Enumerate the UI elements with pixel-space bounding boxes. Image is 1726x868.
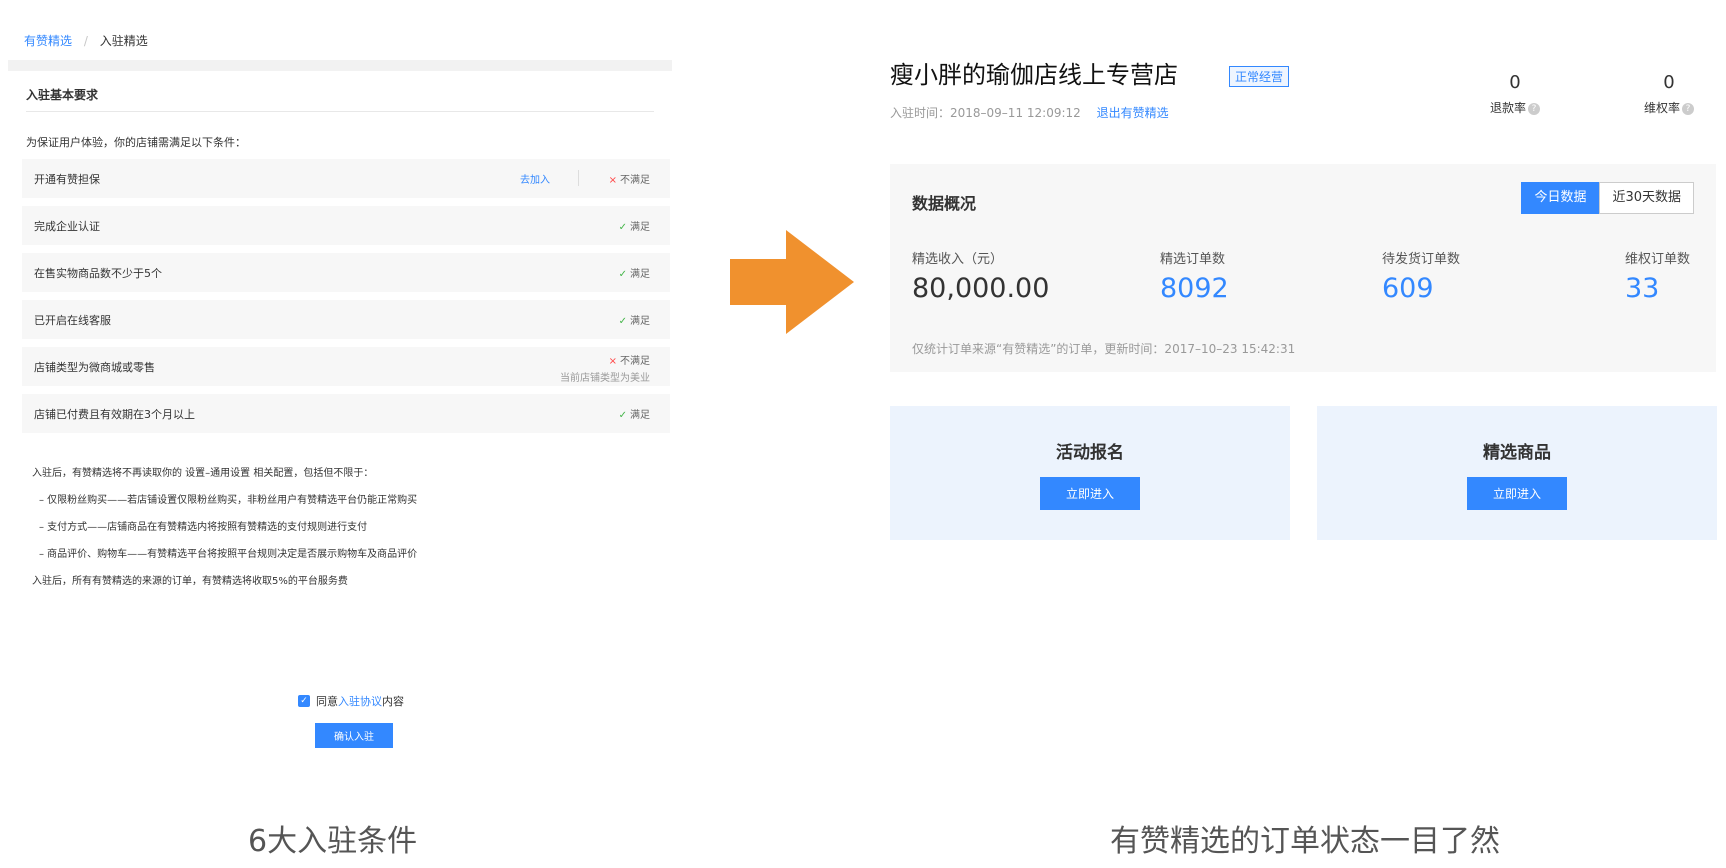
note-line: 入驻后，所有有赞精选的来源的订单，有赞精选将收取5%的平台服务费	[32, 576, 348, 587]
caption-left: 6大入驻条件	[248, 824, 418, 859]
check-icon: ✓	[618, 316, 627, 327]
requirement-row: 店铺类型为微商城或零售 × 不满足当前店铺类型为美业	[22, 347, 670, 386]
agreement-row: ✓ 同意 入驻协议 内容	[298, 693, 404, 709]
agreement-suffix: 内容	[382, 695, 404, 708]
cross-icon: ×	[608, 175, 617, 186]
metric-label: 维权订单数	[1625, 252, 1691, 267]
requirement-note: 当前店铺类型为美业	[560, 373, 650, 384]
requirement-status: ✓ 满足	[619, 265, 650, 280]
agreement-prefix: 同意	[316, 695, 338, 708]
status-text: 满足	[630, 410, 650, 421]
shop-meta: 入驻时间：2018–09–11 12:09:12 退出有赞精选	[890, 104, 1169, 121]
requirement-label: 已开启在线客服	[34, 314, 111, 327]
requirements-card: 入驻基本要求 为保证用户体验，你的店铺需满足以下条件： 开通有赞担保 去加入 ×…	[8, 71, 672, 751]
metric-rights-orders: 维权订单数 33	[1625, 248, 1690, 304]
requirement-row: 店铺已付费且有效期在3个月以上 ✓ 满足	[22, 394, 670, 433]
overview-note: 仅统计订单来源“有赞精选”的订单，更新时间：2017–10–23 15:42:3…	[912, 342, 1296, 356]
requirement-label: 店铺已付费且有效期在3个月以上	[34, 408, 195, 421]
requirement-label: 店铺类型为微商城或零售	[34, 361, 155, 374]
requirement-status: × 不满足当前店铺类型为美业	[560, 352, 650, 384]
join-notes: 入驻后，有赞精选将不再读取你的 设置–通用设置 相关配置，包括但不限于： – 仅…	[32, 460, 417, 595]
requirement-status: × 不满足	[609, 171, 650, 186]
refund-rate-value: 0	[1509, 72, 1521, 93]
metric-label: 精选收入（元）	[912, 252, 1004, 267]
shop-name: 瘦小胖的瑜伽店线上专营店	[890, 61, 1178, 89]
metric-pending-shipment: 待发货订单数 609	[1382, 248, 1460, 304]
exit-link[interactable]: 退出有赞精选	[1097, 106, 1169, 120]
requirement-label: 开通有赞担保	[34, 173, 100, 186]
metric-value[interactable]: 33	[1625, 273, 1690, 304]
metric-value[interactable]: 609	[1382, 273, 1460, 304]
status-text: 满足	[630, 269, 650, 280]
requirements-list: 开通有赞担保 去加入 × 不满足 完成企业认证 ✓ 满足 在售实物商品数不少于5个 …	[22, 159, 670, 441]
status-text: 满足	[630, 316, 650, 327]
check-icon: ✓	[618, 222, 627, 233]
breadcrumb-separator: /	[83, 34, 88, 48]
tab-last-30-days[interactable]: 近30天数据	[1599, 182, 1694, 214]
agreement-checkbox[interactable]: ✓	[298, 695, 310, 707]
requirement-row: 开通有赞担保 去加入 × 不满足	[22, 159, 670, 198]
note-line: – 仅限粉丝购买——若店铺设置仅限粉丝购买，非粉丝用户有赞精选平台仍能正常购买	[39, 495, 418, 506]
note-line: – 商品评价、购物车——有赞精选平台将按照平台规则决定是否展示购物车及商品评价	[39, 549, 418, 560]
metric-value: 80,000.00	[912, 273, 1050, 304]
metric-label: 待发货订单数	[1382, 252, 1461, 267]
refund-rate-label: 退款率	[1490, 101, 1527, 115]
breadcrumb: 有赞精选 / 入驻精选	[24, 32, 148, 49]
caption-right: 有赞精选的订单状态一目了然	[1110, 824, 1500, 859]
note-line: – 支付方式——店铺商品在有赞精选内将按照有赞精选的支付规则进行支付	[39, 522, 368, 533]
status-text: 不满足	[620, 175, 650, 186]
metric-income: 精选收入（元） 80,000.00	[912, 248, 1049, 304]
left-topbar	[8, 60, 672, 71]
status-text: 满足	[630, 222, 650, 233]
join-time: 入驻时间：2018–09–11 12:09:12	[890, 106, 1081, 120]
rights-rate-stat: 0 维权率?	[1644, 72, 1695, 116]
note-line: 入驻后，有赞精选将不再读取你的 设置–通用设置 相关配置，包括但不限于：	[32, 468, 374, 479]
requirement-status: ✓ 满足	[619, 406, 650, 421]
requirement-row: 完成企业认证 ✓ 满足	[22, 206, 670, 245]
requirement-status: ✓ 满足	[619, 312, 650, 327]
requirement-row: 在售实物商品数不少于5个 ✓ 满足	[22, 253, 670, 292]
rights-rate-label: 维权率	[1644, 101, 1681, 115]
requirements-heading: 入驻基本要求	[26, 88, 99, 102]
entry-title: 活动报名	[1056, 443, 1124, 463]
overview-title: 数据概况	[912, 194, 977, 213]
status-text: 不满足	[620, 356, 650, 367]
date-range-toggle: 今日数据 近30天数据	[1521, 182, 1694, 214]
data-overview-panel: 数据概况 今日数据 近30天数据 精选收入（元） 80,000.00 精选订单数…	[890, 164, 1716, 372]
join-guarantee-link[interactable]: 去加入	[520, 171, 550, 186]
metric-value[interactable]: 8092	[1160, 273, 1229, 304]
activity-signup-card: 活动报名 立即进入	[890, 406, 1290, 540]
status-badge: 正常经营	[1229, 66, 1290, 87]
check-icon: ✓	[618, 269, 627, 280]
arrow-right-icon	[730, 230, 854, 334]
breadcrumb-current: 入驻精选	[99, 34, 148, 48]
left-screenshot-panel: 有赞精选 / 入驻精选 入驻基本要求 为保证用户体验，你的店铺需满足以下条件： …	[0, 0, 680, 760]
action-divider	[578, 170, 579, 186]
enter-activity-button[interactable]: 立即进入	[1040, 477, 1140, 510]
confirm-join-button[interactable]: 确认入驻	[315, 723, 393, 748]
requirement-label: 完成企业认证	[34, 220, 100, 233]
requirement-row: 已开启在线客服 ✓ 满足	[22, 300, 670, 339]
cross-icon: ×	[608, 356, 617, 367]
enter-products-button[interactable]: 立即进入	[1467, 477, 1567, 510]
refund-rate-stat: 0 退款率?	[1490, 72, 1541, 116]
rights-rate-value: 0	[1663, 72, 1675, 93]
breadcrumb-home-link[interactable]: 有赞精选	[24, 34, 72, 48]
heading-divider	[26, 111, 654, 112]
agreement-link[interactable]: 入驻协议	[338, 693, 382, 709]
tab-today[interactable]: 今日数据	[1521, 182, 1600, 214]
requirements-intro: 为保证用户体验，你的店铺需满足以下条件：	[26, 136, 246, 149]
requirement-label: 在售实物商品数不少于5个	[34, 267, 162, 280]
right-screenshot-panel: 瘦小胖的瑜伽店线上专营店 正常经营 入驻时间：2018–09–11 12:09:…	[880, 0, 1726, 760]
help-icon[interactable]: ?	[1528, 102, 1541, 115]
check-icon: ✓	[618, 410, 627, 421]
metric-orders: 精选订单数 8092	[1160, 248, 1229, 304]
selected-products-card: 精选商品 立即进入	[1317, 406, 1717, 540]
metric-label: 精选订单数	[1160, 252, 1226, 267]
requirement-status: ✓ 满足	[619, 218, 650, 233]
entry-title: 精选商品	[1483, 443, 1551, 463]
help-icon[interactable]: ?	[1682, 102, 1695, 115]
